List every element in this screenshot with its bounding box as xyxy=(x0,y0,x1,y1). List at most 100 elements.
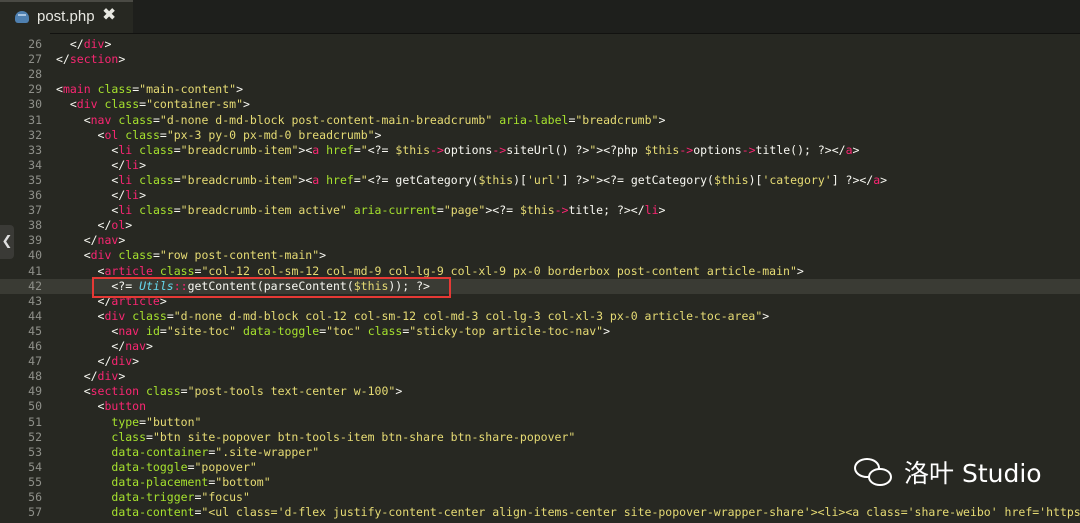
code-line[interactable]: 34 </li> xyxy=(0,158,1080,173)
code-line[interactable]: 49 <section class="post-tools text-cente… xyxy=(0,384,1080,399)
code-line[interactable]: 26 </div> xyxy=(0,37,1080,52)
code-token: </ xyxy=(56,354,112,369)
code-token: class xyxy=(118,248,153,263)
code-token: href xyxy=(326,172,354,187)
code-token: data-container xyxy=(111,444,209,459)
code-token: title(); ?></ xyxy=(755,142,846,157)
code-token: li xyxy=(118,142,133,157)
code-token: section xyxy=(69,52,119,67)
line-number: 52 xyxy=(28,429,42,444)
code-token: = xyxy=(353,172,361,187)
code-line[interactable]: 50 <button xyxy=(0,399,1080,414)
code-line[interactable]: 27 </section> xyxy=(0,52,1080,67)
code-line[interactable]: 39 </nav> xyxy=(0,233,1080,248)
code-token: <?= xyxy=(367,142,396,157)
code-text: </nav> xyxy=(56,233,126,248)
code-token: class xyxy=(139,172,174,187)
code-token: 'url' xyxy=(526,172,562,187)
code-token: </ xyxy=(56,218,112,233)
code-line[interactable]: 57 data-content="<ul class='d-flex justi… xyxy=(0,505,1080,520)
code-token: "popover" xyxy=(194,459,257,474)
code-token: -> xyxy=(492,142,507,157)
code-line[interactable]: 37 <li class="breadcrumb-item active" ar… xyxy=(0,203,1080,218)
code-token: div xyxy=(90,248,112,263)
line-number: 26 xyxy=(28,37,42,51)
close-icon[interactable]: ✖ xyxy=(102,5,116,25)
code-token: $this xyxy=(644,142,680,157)
code-text: <li class="breadcrumb-item active" aria-… xyxy=(56,203,665,218)
line-number: 54 xyxy=(28,459,42,474)
collapse-sidebar-handle[interactable]: ❮ xyxy=(0,225,14,259)
line-number: 29 xyxy=(28,82,42,97)
code-token: > xyxy=(132,354,140,369)
line-number: 49 xyxy=(28,384,42,399)
code-line[interactable]: 45 <nav id="site-toc" data-toggle="toc" … xyxy=(0,324,1080,339)
code-line[interactable]: 32 <ol class="px-3 py-0 px-md-0 breadcru… xyxy=(0,128,1080,143)
code-line[interactable]: 31 <nav class="d-none d-md-block post-co… xyxy=(0,113,1080,128)
code-token: = xyxy=(166,308,174,323)
code-line[interactable]: 44 <div class="d-none d-md-block col-12 … xyxy=(0,309,1080,324)
code-token: $this xyxy=(520,203,555,218)
tab-bar: post.php ✖ xyxy=(0,0,1080,34)
code-line[interactable]: 52 class="btn site-popover btn-tools-ite… xyxy=(0,430,1080,445)
code-token: class xyxy=(139,203,174,218)
watermark: 洛叶 Studio xyxy=(852,452,1042,492)
code-token: options xyxy=(693,142,742,157)
code-line[interactable]: 33 <li class="breadcrumb-item"><a href="… xyxy=(0,143,1080,158)
tab-title: post.php xyxy=(37,8,95,25)
code-token: </ xyxy=(56,369,98,384)
code-line[interactable]: 56 data-trigger="focus" xyxy=(0,490,1080,505)
code-token: > xyxy=(243,97,250,112)
code-token: button xyxy=(104,399,147,414)
code-line[interactable]: 30 <div class="container-sm"> xyxy=(0,97,1080,112)
tab-post-php[interactable]: post.php ✖ xyxy=(0,0,133,33)
code-token: article xyxy=(104,263,153,278)
code-token: li xyxy=(125,157,140,172)
code-token: "breadcrumb-item" xyxy=(180,142,299,157)
code-token: < xyxy=(56,399,105,414)
line-number: 56 xyxy=(28,490,42,504)
code-line[interactable]: 29 <main class="main-content"> xyxy=(0,82,1080,97)
code-token: < xyxy=(56,203,119,218)
code-token: = xyxy=(180,384,188,399)
code-line[interactable]: 51 type="button" xyxy=(0,415,1080,430)
code-token: "post-tools text-center w-100" xyxy=(187,384,396,399)
code-token: ol xyxy=(111,218,126,233)
code-token: "row post-content-main" xyxy=(159,248,320,263)
code-token: < xyxy=(56,308,105,323)
code-token: > xyxy=(395,384,403,399)
line-number: 28 xyxy=(28,67,42,82)
code-line[interactable]: 38 </ol> xyxy=(0,218,1080,233)
code-token: a xyxy=(845,142,853,157)
code-text: data-trigger="focus" xyxy=(56,490,250,505)
code-line[interactable]: 35 <li class="breadcrumb-item"><a href="… xyxy=(0,173,1080,188)
code-token: "main-content" xyxy=(139,82,237,97)
code-token: = xyxy=(139,414,147,429)
code-token: > xyxy=(118,52,126,67)
code-token: $this xyxy=(395,142,431,157)
code-line[interactable]: 36 </li> xyxy=(0,188,1080,203)
line-number: 48 xyxy=(28,369,42,384)
code-token: = xyxy=(353,142,361,157)
code-token: = xyxy=(173,203,181,218)
code-text: <li class="breadcrumb-item"><a href="<?=… xyxy=(56,173,887,188)
code-token: > xyxy=(658,203,666,218)
code-text: <div class="d-none d-md-block col-12 col… xyxy=(56,308,770,324)
code-token: data-toggle xyxy=(111,459,188,474)
code-line[interactable]: 47 </div> xyxy=(0,354,1080,369)
code-line[interactable]: 40 <div class="row post-content-main"> xyxy=(0,248,1080,263)
code-line[interactable]: 46 </nav> xyxy=(0,339,1080,354)
code-line[interactable]: 28 xyxy=(0,67,1080,82)
code-token: "breadcrumb-item" xyxy=(180,172,299,187)
code-token: )[ xyxy=(513,172,527,187)
code-token: </ xyxy=(56,37,84,51)
code-token: class xyxy=(367,323,403,338)
code-token: </ xyxy=(56,157,126,172)
code-token: li xyxy=(118,172,133,187)
code-token: = xyxy=(159,127,167,142)
code-line[interactable]: 48 </div> xyxy=(0,369,1080,384)
